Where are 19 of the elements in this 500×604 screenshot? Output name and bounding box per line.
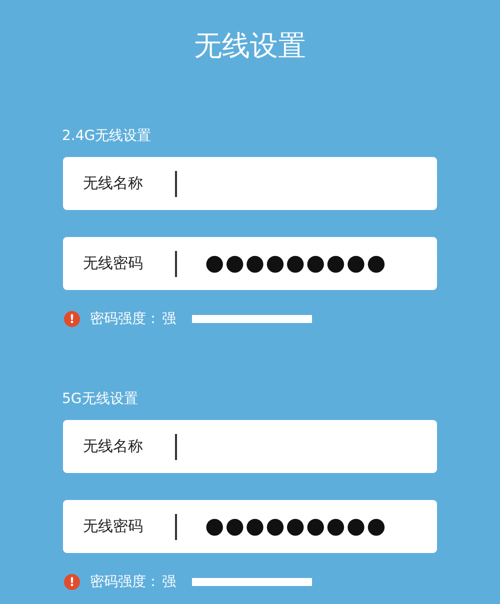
page-title: 无线设置 bbox=[193, 28, 307, 64]
password-value: ●●●●●●●●● bbox=[205, 514, 387, 539]
input-field[interactable]: 无线密码 ●●●●●●●●● bbox=[63, 500, 437, 553]
field-label: 无线名称 bbox=[83, 437, 144, 456]
field-label: 无线密码 bbox=[83, 517, 144, 536]
section-heading: 2.4G无线设置 bbox=[62, 127, 152, 145]
section-heading: 5G无线设置 bbox=[62, 390, 138, 408]
password-value: ●●●●●●●●● bbox=[205, 251, 387, 276]
input-field[interactable]: 无线名称 bbox=[63, 420, 437, 473]
field-label: 无线密码 bbox=[83, 254, 144, 273]
warning-icon: ! bbox=[64, 311, 80, 327]
strength-label: 密码强度： bbox=[90, 573, 160, 591]
strength-value: 强 bbox=[162, 310, 176, 328]
strength-label: 密码强度： bbox=[90, 310, 160, 328]
field-label: 无线名称 bbox=[83, 174, 144, 193]
warning-icon: ! bbox=[64, 574, 80, 590]
input-field[interactable]: 无线密码 ●●●●●●●●● bbox=[63, 237, 437, 290]
strength-value: 强 bbox=[162, 573, 176, 591]
input-field[interactable]: 无线名称 bbox=[63, 157, 437, 210]
